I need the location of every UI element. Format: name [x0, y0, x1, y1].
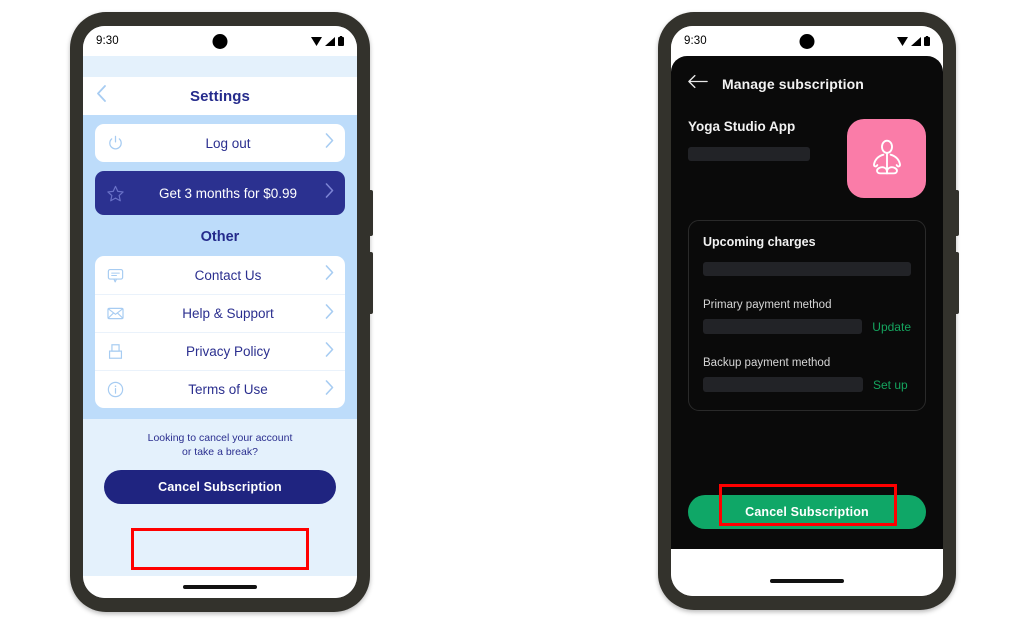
signal-icon — [911, 36, 921, 46]
chevron-right-icon — [325, 341, 334, 362]
cancel-subscription-cta-wrap: Cancel Subscription — [688, 495, 926, 529]
yoga-pose-icon — [872, 139, 901, 174]
battery-icon — [924, 36, 930, 46]
cancel-subscription-button[interactable]: Cancel Subscription — [688, 495, 926, 529]
home-indicator[interactable] — [770, 579, 844, 583]
screenshot-canvas: 9:30 Settings Log out Get 3 months for $… — [0, 0, 1022, 632]
cancel-note-line-1: Looking to cancel your account — [147, 432, 293, 444]
other-settings-card: Contact Us Help & Support Privacy Policy… — [95, 256, 345, 408]
chevron-right-icon — [325, 133, 334, 153]
chevron-left-icon — [97, 85, 106, 102]
setup-payment-link[interactable]: Set up — [873, 378, 908, 392]
chat-bubble-icon — [106, 266, 136, 285]
manage-subscription-header: Manage subscription — [688, 74, 926, 94]
section-heading-other: Other — [200, 229, 240, 245]
settings-row-label: Terms of Use — [188, 382, 268, 397]
arrow-left-icon — [688, 74, 708, 89]
home-indicator-area-left — [83, 576, 357, 598]
back-button[interactable] — [688, 74, 708, 94]
upcoming-charges-panel: Upcoming charges Primary payment method … — [688, 220, 926, 411]
update-payment-link[interactable]: Update — [872, 320, 911, 334]
volume-button-right[interactable] — [955, 252, 959, 314]
primary-payment-row: Update — [703, 319, 911, 334]
home-indicator[interactable] — [183, 585, 257, 589]
volume-button-left[interactable] — [369, 252, 373, 314]
status-bar-left: 9:30 — [83, 26, 357, 56]
settings-title-bar: Settings — [83, 77, 357, 115]
app-detail-redacted — [688, 147, 810, 161]
app-icon-tile — [847, 119, 926, 198]
wifi-icon — [311, 36, 322, 46]
promo-label: Get 3 months for $0.99 — [158, 185, 298, 201]
upcoming-charges-redacted — [703, 262, 911, 276]
camera-punchhole-icon — [799, 34, 815, 49]
cancel-note-line-2: or take a break? — [182, 446, 258, 459]
right-phone-screen: 9:30 Manage subscription Yoga Studio App… — [671, 26, 943, 596]
wifi-icon — [897, 36, 908, 46]
settings-body: Log out Get 3 months for $0.99 Other Con… — [83, 115, 357, 419]
page-title: Manage subscription — [722, 76, 864, 92]
status-icons — [897, 36, 930, 46]
left-phone: 9:30 Settings Log out Get 3 months for $… — [70, 12, 373, 612]
settings-row-label: Privacy Policy — [185, 344, 271, 359]
status-icons — [311, 36, 344, 46]
chevron-right-icon — [325, 303, 334, 324]
primary-payment-value-redacted — [703, 319, 863, 334]
promo-banner-button[interactable]: Get 3 months for $0.99 — [95, 171, 345, 215]
settings-row-contact-us[interactable]: Contact Us — [95, 256, 345, 294]
settings-row-privacy-policy[interactable]: Privacy Policy — [95, 332, 345, 370]
info-circle-icon — [106, 380, 136, 399]
settings-row-log-out[interactable]: Log out — [95, 124, 345, 162]
lock-icon — [106, 342, 136, 361]
settings-row-label: Help & Support — [182, 306, 274, 321]
manage-subscription-screen: Manage subscription Yoga Studio App Upco… — [671, 56, 943, 549]
camera-punchhole-icon — [212, 34, 228, 49]
status-time: 9:30 — [96, 35, 119, 47]
settings-row-label: Log out — [205, 135, 251, 151]
envelope-icon — [106, 304, 136, 323]
app-info: Yoga Studio App — [688, 119, 810, 161]
primary-settings-card: Log out — [95, 124, 345, 162]
settings-footer: Looking to cancel your account or take a… — [83, 419, 357, 505]
app-summary-block: Yoga Studio App — [688, 119, 926, 198]
home-indicator-area-right — [671, 566, 943, 596]
page-title: Settings — [190, 87, 250, 105]
power-button-left[interactable] — [369, 190, 373, 236]
status-bar-right: 9:30 — [671, 26, 943, 56]
signal-icon — [325, 36, 335, 46]
panel-title: Upcoming charges — [703, 235, 816, 249]
star-icon — [106, 184, 136, 203]
left-phone-screen: 9:30 Settings Log out Get 3 months for $… — [83, 26, 357, 598]
status-time: 9:30 — [684, 35, 707, 47]
cancel-subscription-button[interactable]: Cancel Subscription — [104, 470, 336, 505]
backup-payment-value-redacted — [703, 377, 863, 392]
power-button-right[interactable] — [955, 190, 959, 236]
chevron-right-icon — [325, 265, 334, 285]
chevron-right-icon — [325, 379, 334, 400]
back-button[interactable] — [96, 85, 107, 107]
chevron-right-icon — [325, 183, 334, 203]
app-name: Yoga Studio App — [688, 119, 796, 134]
settings-row-terms-of-use[interactable]: Terms of Use — [95, 370, 345, 408]
battery-icon — [338, 36, 344, 46]
top-accent-band — [83, 56, 357, 77]
primary-payment-label: Primary payment method — [703, 299, 832, 311]
cancel-subscription-cta-wrap: Cancel Subscription — [97, 470, 343, 505]
backup-payment-label: Backup payment method — [703, 357, 831, 369]
backup-payment-row: Set up — [703, 377, 911, 392]
right-phone: 9:30 Manage subscription Yoga Studio App… — [658, 12, 959, 610]
power-icon — [106, 134, 136, 153]
settings-row-label: Contact Us — [194, 267, 262, 283]
settings-row-help-support[interactable]: Help & Support — [95, 294, 345, 332]
